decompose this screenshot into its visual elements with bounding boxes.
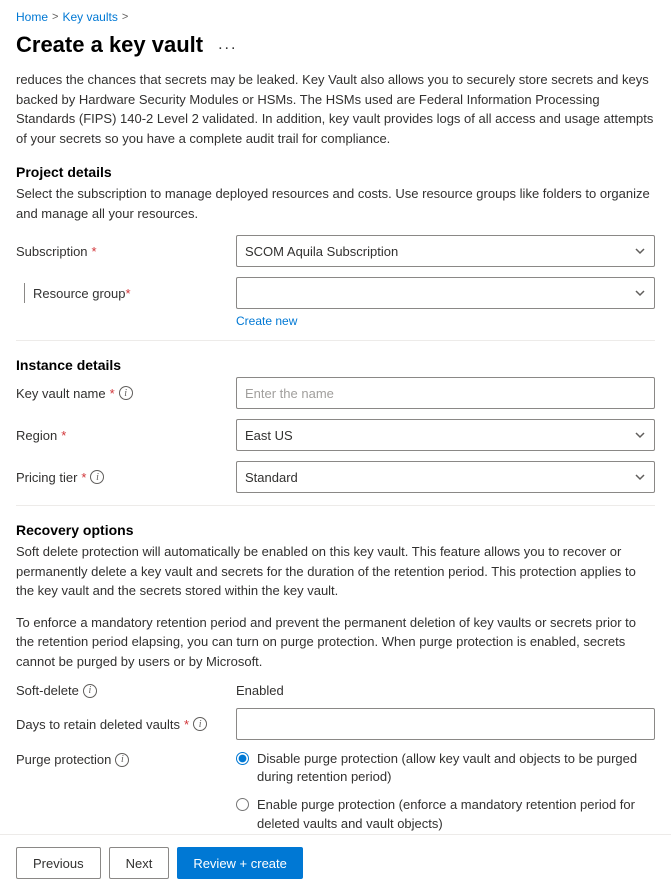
key-vault-name-label: Key vault name * i bbox=[16, 386, 236, 401]
soft-delete-value: Enabled bbox=[236, 683, 284, 698]
soft-delete-info-icon: i bbox=[83, 684, 97, 698]
pricing-info-icon: i bbox=[90, 470, 104, 484]
instance-details-title: Instance details bbox=[16, 357, 655, 373]
days-required: * bbox=[184, 717, 189, 732]
breadcrumb-sep2: > bbox=[122, 11, 128, 23]
recovery-options-section: Recovery options Soft delete protection … bbox=[16, 522, 655, 843]
purge-disable-radio[interactable] bbox=[236, 752, 249, 765]
region-label: Region * bbox=[16, 428, 236, 443]
key-vault-name-input[interactable] bbox=[236, 377, 655, 409]
kv-name-info-icon: i bbox=[119, 386, 133, 400]
purge-info-icon: i bbox=[115, 753, 129, 767]
pricing-tier-label: Pricing tier * i bbox=[16, 470, 236, 485]
region-row: Region * East US bbox=[16, 419, 655, 451]
days-retain-input[interactable]: 90 bbox=[236, 708, 655, 740]
breadcrumb-keyvaults[interactable]: Key vaults bbox=[62, 10, 117, 24]
resource-group-select[interactable] bbox=[236, 277, 655, 309]
recovery-desc-2: To enforce a mandatory retention period … bbox=[16, 613, 655, 672]
project-details-subtitle: Select the subscription to manage deploy… bbox=[16, 184, 655, 223]
pricing-tier-control: Standard bbox=[236, 461, 655, 493]
resource-group-row: Resource group * bbox=[16, 277, 655, 309]
page-header: Create a key vault ... bbox=[0, 28, 671, 70]
key-vault-name-row: Key vault name * i bbox=[16, 377, 655, 409]
pricing-tier-select[interactable]: Standard bbox=[236, 461, 655, 493]
subscription-row: Subscription * SCOM Aquila Subscription bbox=[16, 235, 655, 267]
more-options-button[interactable]: ... bbox=[211, 33, 244, 57]
breadcrumb-home[interactable]: Home bbox=[16, 10, 48, 24]
region-required: * bbox=[61, 428, 66, 443]
soft-delete-label: Soft-delete i bbox=[16, 683, 236, 698]
create-new-link[interactable]: Create new bbox=[236, 314, 297, 328]
days-retain-label: Days to retain deleted vaults * i bbox=[16, 717, 236, 732]
subscription-select[interactable]: SCOM Aquila Subscription bbox=[236, 235, 655, 267]
breadcrumb: Home > Key vaults > bbox=[0, 0, 671, 28]
review-create-button[interactable]: Review + create bbox=[177, 847, 303, 879]
resource-group-required: * bbox=[126, 286, 131, 301]
subscription-label: Subscription * bbox=[16, 244, 236, 259]
purge-option-1: Disable purge protection (allow key vaul… bbox=[236, 750, 655, 786]
resource-group-control bbox=[236, 277, 655, 309]
breadcrumb-sep1: > bbox=[52, 11, 58, 23]
region-select[interactable]: East US bbox=[236, 419, 655, 451]
days-retain-control: 90 bbox=[236, 708, 655, 740]
days-info-icon: i bbox=[193, 717, 207, 731]
recovery-desc-1: Soft delete protection will automaticall… bbox=[16, 542, 655, 601]
project-details-section: Project details Select the subscription … bbox=[16, 164, 655, 328]
purge-protection-label: Purge protection i bbox=[16, 750, 236, 767]
soft-delete-row: Soft-delete i Enabled bbox=[16, 683, 655, 698]
rg-indent: Resource group * bbox=[16, 283, 131, 303]
purge-protection-row: Purge protection i Disable purge protect… bbox=[16, 750, 655, 843]
purge-option-1-label: Disable purge protection (allow key vaul… bbox=[257, 750, 655, 786]
next-button[interactable]: Next bbox=[109, 847, 170, 879]
purge-enable-radio[interactable] bbox=[236, 798, 249, 811]
description-text: reduces the chances that secrets may be … bbox=[16, 70, 655, 148]
create-new-wrapper: Create new bbox=[16, 313, 655, 328]
subscription-required: * bbox=[92, 244, 97, 259]
region-control: East US bbox=[236, 419, 655, 451]
recovery-options-title: Recovery options bbox=[16, 522, 655, 538]
footer: Previous Next Review + create bbox=[0, 834, 671, 891]
divider-2 bbox=[16, 505, 655, 506]
pricing-tier-row: Pricing tier * i Standard bbox=[16, 461, 655, 493]
resource-group-label-area: Resource group * bbox=[16, 283, 236, 303]
pricing-required: * bbox=[81, 470, 86, 485]
days-retain-row: Days to retain deleted vaults * i 90 bbox=[16, 708, 655, 740]
kv-name-required: * bbox=[110, 386, 115, 401]
project-details-title: Project details bbox=[16, 164, 655, 180]
divider-1 bbox=[16, 340, 655, 341]
purge-option-2: Enable purge protection (enforce a manda… bbox=[236, 796, 655, 832]
content-area: reduces the chances that secrets may be … bbox=[0, 70, 671, 861]
subscription-control: SCOM Aquila Subscription bbox=[236, 235, 655, 267]
key-vault-name-control bbox=[236, 377, 655, 409]
page-title: Create a key vault bbox=[16, 32, 203, 58]
previous-button[interactable]: Previous bbox=[16, 847, 101, 879]
purge-options: Disable purge protection (allow key vaul… bbox=[236, 750, 655, 843]
purge-option-2-label: Enable purge protection (enforce a manda… bbox=[257, 796, 655, 832]
resource-group-label: Resource group bbox=[33, 286, 126, 301]
instance-details-section: Instance details Key vault name * i Regi… bbox=[16, 357, 655, 493]
